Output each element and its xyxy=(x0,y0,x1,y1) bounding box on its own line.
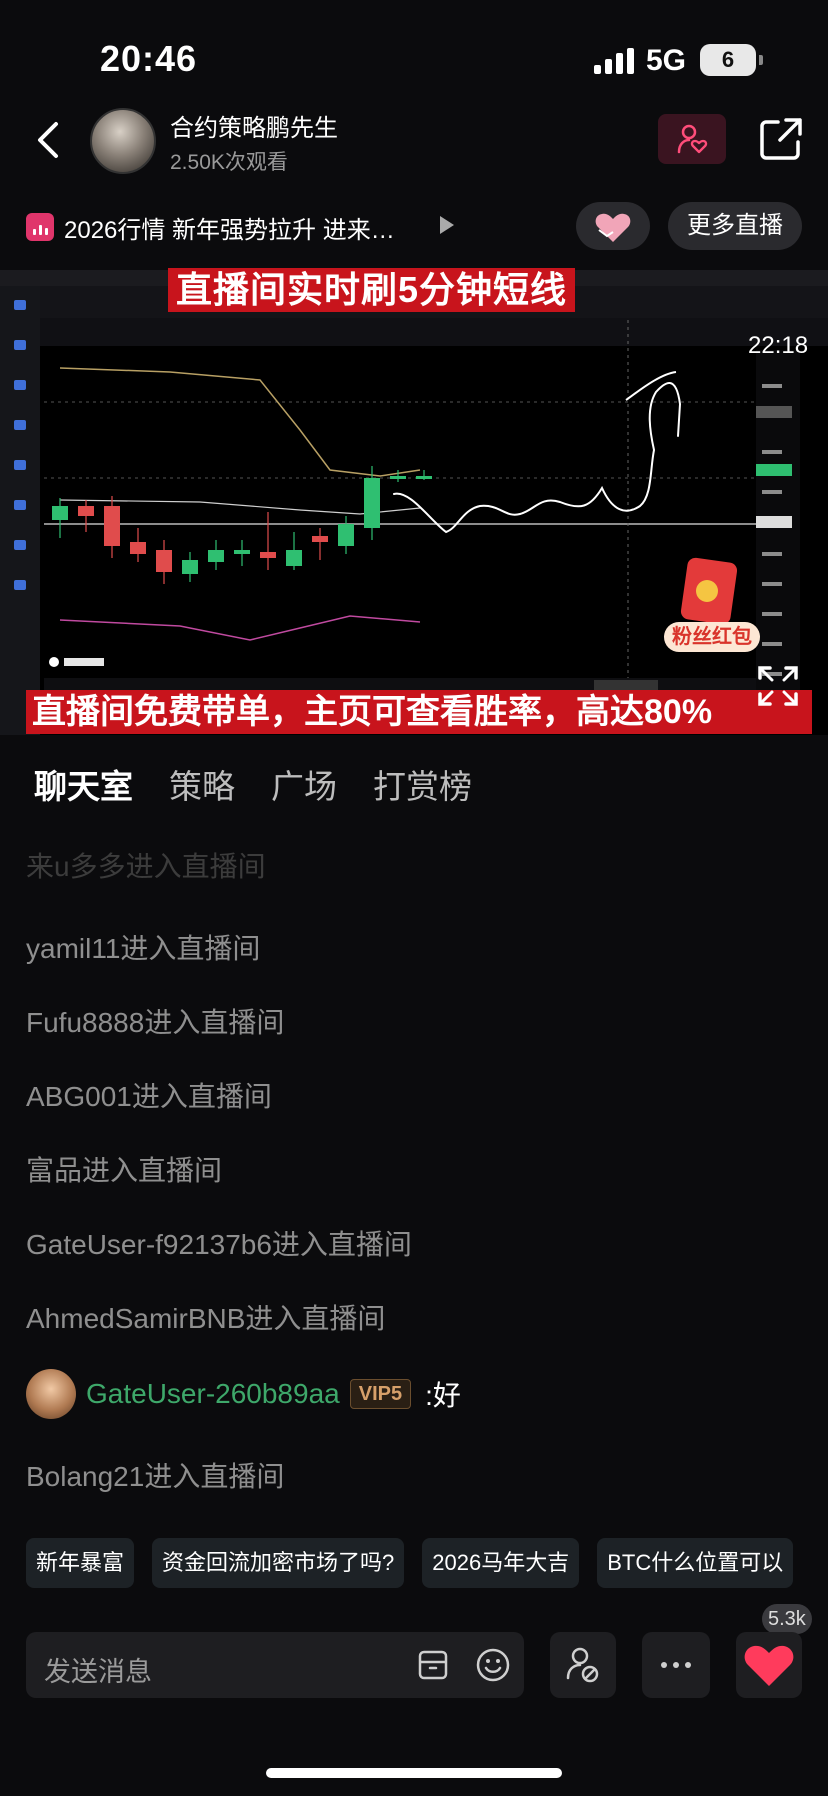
vip-badge: VIP5 xyxy=(349,1379,412,1409)
follow-user-heart-icon xyxy=(677,124,708,154)
chat-system-line: yamil11进入直播间 xyxy=(26,933,261,964)
quick-replies: 新年暴富 资金回流加密市场了吗? 2026马年大吉 BTC什么位置可以 xyxy=(26,1538,794,1588)
message-input-placeholder: 发送消息 xyxy=(44,1657,152,1687)
battery-icon: 6 xyxy=(700,44,763,76)
video-banner-top: 直播间实时刷5分钟短线 xyxy=(168,268,576,312)
message-input[interactable]: 发送消息 xyxy=(26,1632,524,1698)
chat-system-line: ABG001进入直播间 xyxy=(26,1081,272,1112)
content-tabs: 聊天室 策略 广场 打赏榜 xyxy=(34,760,472,808)
video-banner-bottom: 直播间免费带单，主页可查看胜率，高达80% xyxy=(26,690,812,734)
quick-reply-chip[interactable]: 2026马年大吉 xyxy=(422,1538,580,1588)
gift-box-icon[interactable] xyxy=(416,1648,450,1682)
tab-tip-ranking[interactable]: 打赏榜 xyxy=(373,760,472,808)
chat-system-line: Bolang21进入直播间 xyxy=(26,1461,285,1492)
streamer-avatar[interactable] xyxy=(90,108,156,174)
tab-chatroom[interactable]: 聊天室 xyxy=(34,760,133,808)
quick-reply-chip[interactable]: BTC什么位置可以 xyxy=(597,1538,794,1588)
chat-message-text: :好 xyxy=(425,1380,461,1411)
like-count-badge: 5.3k xyxy=(762,1604,812,1634)
redpacket-timer: 22:18 xyxy=(748,332,809,359)
fullscreen-button[interactable] xyxy=(756,664,800,708)
chat-message: GateUser-260b89aa VIP5 :好 xyxy=(26,1369,461,1419)
more-options-button[interactable] xyxy=(642,1632,710,1698)
chat-user-avatar[interactable] xyxy=(26,1369,76,1419)
fullscreen-icon xyxy=(758,666,798,706)
user-forbid-icon xyxy=(566,1647,599,1683)
ellipsis-icon xyxy=(661,1662,691,1668)
viewer-count: 2.50K次观看 xyxy=(170,151,288,174)
share-button[interactable] xyxy=(756,114,806,164)
user-action-button[interactable] xyxy=(550,1632,616,1698)
redpacket-label: 粉丝红包 xyxy=(664,622,760,652)
home-indicator[interactable] xyxy=(266,1768,562,1778)
back-button[interactable] xyxy=(30,118,70,162)
video-chart-frame xyxy=(0,270,828,735)
like-button[interactable] xyxy=(736,1632,802,1698)
quick-reply-chip[interactable]: 新年暴富 xyxy=(26,1538,135,1588)
emoji-icon[interactable] xyxy=(474,1646,512,1684)
heart-hands-icon xyxy=(595,213,631,242)
signal-icon xyxy=(594,48,636,74)
status-bar: 20:46 5G 6 xyxy=(0,0,828,110)
chat-username[interactable]: GateUser-260b89aa xyxy=(86,1378,340,1410)
chat-system-line: 来u多多进入直播间 xyxy=(26,851,266,882)
streamer-name[interactable]: 合约策略鹏先生 xyxy=(170,108,338,143)
network-type: 5G xyxy=(646,44,687,77)
follow-button[interactable] xyxy=(658,114,726,164)
heart-hands-button[interactable] xyxy=(576,202,650,250)
fan-redpacket[interactable]: 粉丝红包 xyxy=(664,556,760,656)
play-icon[interactable] xyxy=(440,216,454,234)
chat-system-line: AhmedSamirBNB进入直播间 xyxy=(26,1303,386,1334)
stream-title[interactable]: 2026行情 新年强势拉升 进来… xyxy=(64,210,424,245)
tab-square[interactable]: 广场 xyxy=(271,760,337,808)
live-video[interactable]: 粉丝红包 xyxy=(0,270,828,735)
more-live-button[interactable]: 更多直播 xyxy=(668,202,802,250)
heart-icon xyxy=(744,1645,794,1686)
quick-reply-chip[interactable]: 资金回流加密市场了吗? xyxy=(152,1538,405,1588)
chat-system-line: GateUser-f92137b6进入直播间 xyxy=(26,1229,412,1260)
chat-system-line: 富品进入直播间 xyxy=(26,1155,223,1186)
share-icon xyxy=(760,118,802,160)
chat-system-line: Fufu8888进入直播间 xyxy=(26,1007,285,1038)
tab-strategy[interactable]: 策略 xyxy=(169,760,235,808)
chevron-left-icon xyxy=(38,122,58,158)
status-time: 20:46 xyxy=(100,38,198,79)
live-bars-icon xyxy=(26,213,54,241)
redpacket-coin-icon xyxy=(696,580,718,602)
